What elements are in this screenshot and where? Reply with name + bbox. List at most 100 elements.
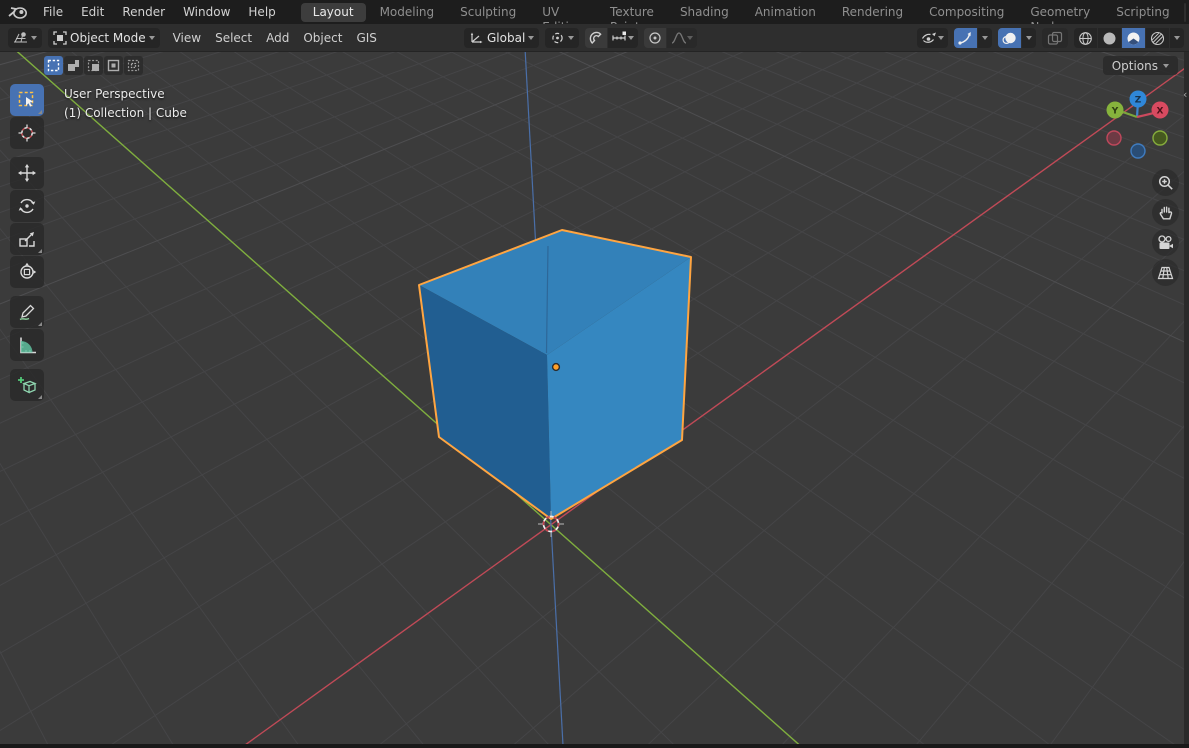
- menu-edit[interactable]: Edit: [72, 0, 113, 24]
- menu-help[interactable]: Help: [239, 0, 284, 24]
- options-button[interactable]: Options: [1103, 56, 1178, 75]
- select-box-icon: [17, 90, 37, 110]
- view-name-text: User Perspective: [64, 85, 187, 104]
- orientation-axes-icon: [469, 31, 484, 45]
- tab-compositing[interactable]: Compositing: [917, 3, 1016, 22]
- perspective-toggle-button[interactable]: [1152, 259, 1179, 286]
- overlays-group: [998, 28, 1036, 48]
- tool-select-box[interactable]: [10, 84, 44, 116]
- menu-file[interactable]: File: [34, 0, 72, 24]
- mode-dropdown[interactable]: Object Mode: [48, 28, 160, 48]
- tab-rendering[interactable]: Rendering: [830, 3, 915, 22]
- tab-layout[interactable]: Layout: [301, 3, 366, 22]
- rendered-sphere-icon: [1150, 31, 1165, 46]
- viewport-menu-select[interactable]: Select: [208, 28, 259, 48]
- visibility-group: [917, 28, 948, 48]
- tool-move[interactable]: [10, 157, 44, 189]
- zoom-button[interactable]: [1152, 169, 1179, 196]
- tab-uv-editing[interactable]: UV Editing: [530, 3, 596, 22]
- viewport-menu-object[interactable]: Object: [296, 28, 349, 48]
- xray-icon: [1047, 31, 1063, 46]
- tool-transform[interactable]: [10, 256, 44, 288]
- show-overlays-toggle[interactable]: [998, 28, 1021, 48]
- tool-measure[interactable]: [10, 329, 44, 361]
- select-mode-intersect[interactable]: [124, 56, 143, 75]
- svg-text:Z: Z: [1135, 96, 1142, 106]
- transform-orientation-dropdown[interactable]: Global: [464, 28, 539, 48]
- select-mode-row: [44, 56, 143, 75]
- select-mode-invert[interactable]: [104, 56, 123, 75]
- overlays-dropdown[interactable]: [1022, 28, 1036, 48]
- shading-solid-button[interactable]: [1098, 28, 1121, 48]
- proportional-falloff-dropdown[interactable]: [667, 28, 697, 48]
- gizmo-minus-z-axis[interactable]: [1131, 144, 1145, 158]
- tab-animation[interactable]: Animation: [743, 3, 828, 22]
- object-visibility-dropdown[interactable]: [917, 28, 948, 48]
- transform-icon: [17, 262, 37, 282]
- tool-annotate[interactable]: [10, 296, 44, 328]
- shading-dropdown[interactable]: [1170, 28, 1184, 48]
- sidebar-edge[interactable]: [1184, 52, 1189, 744]
- cursor-tool-icon: [17, 123, 37, 143]
- tool-rotate[interactable]: [10, 190, 44, 222]
- options-label: Options: [1112, 59, 1158, 73]
- shading-material-button[interactable]: [1122, 28, 1145, 48]
- blender-logo-icon: [8, 4, 28, 21]
- tool-scale[interactable]: [10, 223, 44, 255]
- viewport-menus: ViewSelectAddObjectGIS: [166, 28, 384, 48]
- active-object-text: (1) Collection | Cube: [64, 104, 187, 123]
- editor-type-button[interactable]: [8, 28, 42, 48]
- tab-sculpting[interactable]: Sculpting: [448, 3, 528, 22]
- viewport-header-text: User Perspective (1) Collection | Cube: [64, 85, 187, 123]
- material-sphere-icon: [1126, 31, 1141, 46]
- viewport-menu-gis[interactable]: GIS: [349, 28, 383, 48]
- pan-button[interactable]: [1152, 199, 1179, 226]
- svg-text:Y: Y: [1111, 107, 1119, 117]
- chevron-down-icon: [1163, 64, 1169, 68]
- select-mode-subtract[interactable]: [84, 56, 103, 75]
- select-mode-extend[interactable]: [64, 56, 83, 75]
- snap-increment-icon: [612, 31, 628, 45]
- gizmos-dropdown[interactable]: [978, 28, 992, 48]
- shading-wireframe-button[interactable]: [1074, 28, 1097, 48]
- zoom-icon: [1158, 175, 1174, 191]
- blender-window: FileEditRenderWindowHelp LayoutModelingS…: [0, 0, 1189, 748]
- tool-cursor[interactable]: [10, 117, 44, 149]
- tab-geometry-nodes[interactable]: Geometry Nodes: [1018, 3, 1102, 22]
- gizmo-minus-x-axis[interactable]: [1107, 131, 1121, 145]
- tab-texture-paint[interactable]: Texture Paint: [598, 3, 666, 22]
- tab-scripting[interactable]: Scripting: [1104, 3, 1181, 22]
- tab-shading[interactable]: Shading: [668, 3, 741, 22]
- camera-icon: [1157, 235, 1174, 251]
- viewport-menu-add[interactable]: Add: [259, 28, 296, 48]
- scene-browse-button[interactable]: [1185, 4, 1186, 21]
- tool-add-cube[interactable]: [10, 369, 44, 401]
- show-gizmos-toggle[interactable]: [954, 28, 977, 48]
- gizmo-minus-y-axis[interactable]: [1153, 131, 1167, 145]
- snap-toggle[interactable]: [585, 28, 607, 48]
- select-mode-set[interactable]: [44, 56, 63, 75]
- navigation-gizmo[interactable]: Z Y X: [1102, 90, 1174, 162]
- chevron-down-icon: [938, 36, 944, 40]
- viewport-menu-view[interactable]: View: [166, 28, 208, 48]
- menu-window[interactable]: Window: [174, 0, 239, 24]
- chevron-down-icon: [528, 36, 534, 40]
- menu-render[interactable]: Render: [113, 0, 174, 24]
- pivot-point-icon: [550, 31, 565, 45]
- object-origin-dot: [553, 364, 560, 371]
- chevron-down-icon: [1026, 36, 1032, 40]
- snap-target-dropdown[interactable]: [608, 28, 638, 48]
- shading-rendered-button[interactable]: [1146, 28, 1169, 48]
- window-bottom-edge: [0, 744, 1189, 748]
- tab-modeling[interactable]: Modeling: [368, 3, 447, 22]
- pivot-point-dropdown[interactable]: [545, 28, 579, 48]
- measure-icon: [17, 335, 37, 355]
- sidebar-collapse-arrow[interactable]: ‹: [1183, 88, 1189, 101]
- orientation-label: Global: [487, 31, 525, 45]
- xray-toggle[interactable]: [1042, 28, 1068, 48]
- proportional-edit-toggle[interactable]: [644, 28, 666, 48]
- viewport-header: Object Mode ViewSelectAddObjectGIS Globa…: [0, 24, 1189, 52]
- svg-text:X: X: [1157, 107, 1164, 117]
- camera-view-button[interactable]: [1152, 229, 1179, 256]
- header-left-cluster: Object Mode ViewSelectAddObjectGIS: [8, 28, 384, 48]
